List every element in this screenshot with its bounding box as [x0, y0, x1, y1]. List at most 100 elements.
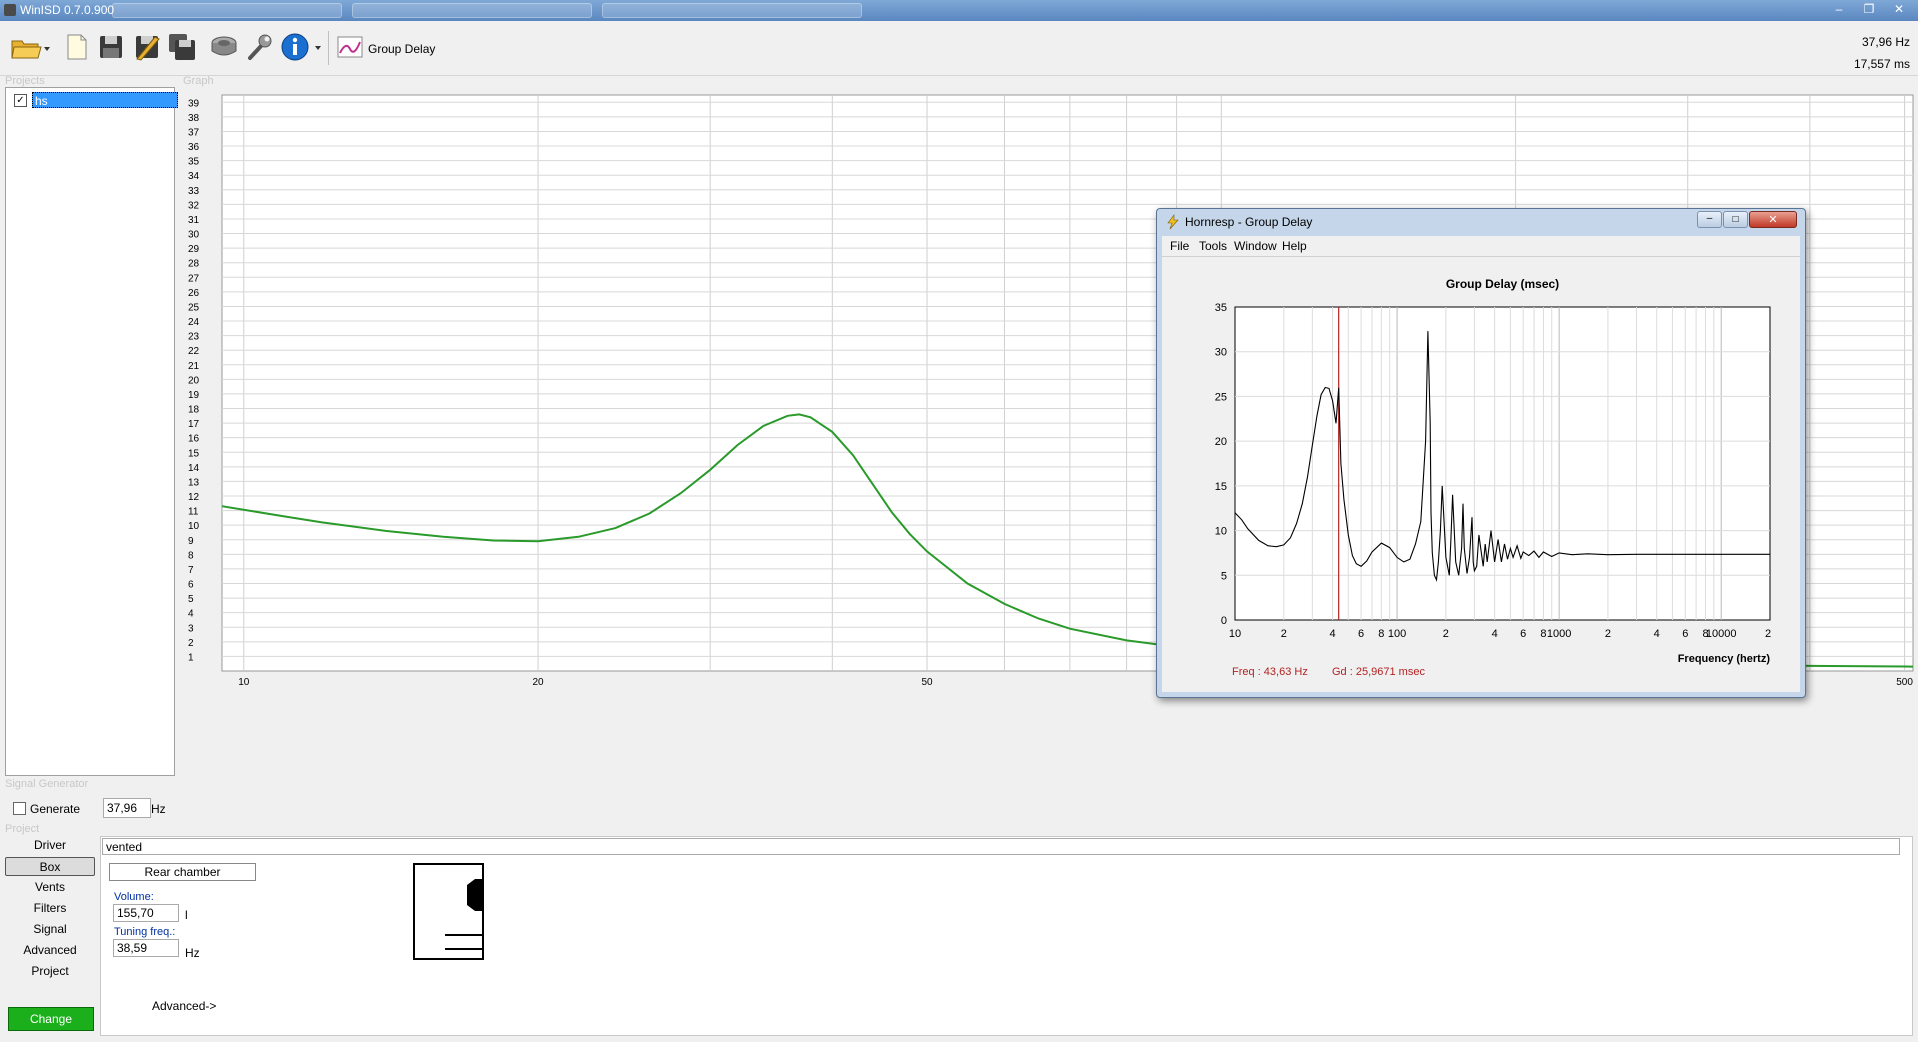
x-tick-label: 4	[1492, 628, 1498, 640]
group-delay-graph[interactable]: Group Delay (msec)0510152025303510 2 4 6 8 10…	[1162, 257, 1800, 693]
nav-project-button[interactable]: Project	[5, 962, 95, 981]
rear-chamber-button[interactable]: Rear chamber	[109, 863, 256, 881]
project-nav: Driver Box Vents Filters Signal Advanced…	[5, 836, 98, 983]
x-tick-label: 8	[1540, 628, 1546, 640]
new-file-icon[interactable]	[62, 33, 90, 61]
projects-group-label: Projects	[5, 75, 45, 87]
project-item-label[interactable]: hs	[32, 92, 178, 108]
project-checkbox[interactable]: ✓	[14, 94, 27, 107]
group-delay-chart-icon[interactable]	[336, 33, 364, 61]
hornresp-title: Hornresp - Group Delay	[1185, 215, 1313, 229]
save-all-icon[interactable]	[168, 33, 196, 61]
generate-label: Generate	[30, 802, 81, 816]
box-panel: vented Rear chamber Volume: 155,70 l Tun…	[100, 836, 1913, 1036]
x-tick-label: 4	[1330, 628, 1336, 640]
background-taskbar-tab	[602, 3, 862, 18]
close-icon[interactable]: ✕	[1749, 211, 1797, 228]
app-icon	[4, 4, 16, 16]
hornresp-window[interactable]: Hornresp - Group Delay – □ ✕ File Tools …	[1156, 208, 1806, 698]
y-tick-label: 15	[1215, 481, 1227, 493]
y-tick-label: 22	[188, 346, 200, 357]
y-tick-label: 12	[188, 492, 200, 503]
x-tick-label: 2	[1443, 628, 1449, 640]
y-tick-label: 23	[188, 332, 200, 343]
tools-wrench-icon[interactable]	[246, 33, 274, 61]
window-title: WinISD 0.7.0.900	[20, 3, 115, 17]
restore-icon[interactable]: ❐	[1856, 1, 1882, 18]
nav-signal-button[interactable]: Signal	[5, 920, 95, 939]
y-tick-label: 39	[188, 98, 200, 109]
cursor-readout: 37,96 Hz 17,557 ms	[1854, 31, 1910, 75]
save-as-icon[interactable]	[133, 33, 161, 61]
nav-vents-button[interactable]: Vents	[5, 878, 95, 897]
volume-input[interactable]: 155,70	[113, 904, 179, 922]
y-tick-label: 17	[188, 419, 200, 430]
y-tick-label: 26	[188, 288, 200, 299]
y-tick-label: 14	[188, 463, 200, 474]
y-tick-label: 4	[188, 609, 194, 620]
x-tick-label: 2	[1605, 628, 1611, 640]
y-tick-label: 8	[188, 550, 194, 561]
change-button[interactable]: Change	[8, 1007, 94, 1031]
title-bar: WinISD 0.7.0.900 – ❐ ✕	[0, 0, 1918, 21]
signal-generator-row: Generate 37,96 Hz	[12, 798, 172, 818]
minimize-icon[interactable]: –	[1826, 1, 1852, 18]
generate-checkbox[interactable]	[13, 802, 26, 815]
y-tick-label: 18	[188, 405, 200, 416]
generator-frequency-input[interactable]: 37,96	[103, 798, 151, 818]
y-tick-label: 5	[188, 594, 194, 605]
toolbar-separator	[328, 31, 329, 65]
y-tick-label: 5	[1221, 570, 1227, 582]
nav-box-button[interactable]: Box	[5, 857, 95, 876]
open-folder-icon[interactable]	[10, 33, 50, 61]
readout-frequency: 37,96 Hz	[1861, 35, 1910, 49]
menu-tools[interactable]: Tools	[1199, 239, 1227, 253]
y-tick-label: 1	[188, 652, 194, 663]
projects-list[interactable]: ✓ hs	[5, 87, 178, 776]
x-tick-label: 500	[1896, 677, 1913, 688]
toolbar: Group Delay 37,96 Hz 17,557 ms	[0, 21, 1918, 76]
y-tick-label: 25	[188, 302, 200, 313]
info-icon[interactable]	[281, 33, 325, 61]
project-item[interactable]: ✓ hs	[10, 92, 178, 108]
x-tick-label: 100	[1388, 628, 1406, 640]
group-delay-label[interactable]: Group Delay	[368, 42, 435, 56]
hornresp-client: Group Delay (msec) 0 5 10 15 20 25 30 35 10 2 4 6 8 10…	[1162, 256, 1800, 692]
background-taskbar-tab	[112, 3, 342, 18]
readout-delay: 17,557 ms	[1853, 57, 1910, 71]
volume-unit: l	[185, 908, 188, 922]
nav-filters-button[interactable]: Filters	[5, 899, 95, 918]
background-taskbar-tab	[352, 3, 592, 18]
nav-advanced-button[interactable]: Advanced	[5, 941, 95, 960]
x-tick-label: 6	[1520, 628, 1526, 640]
minimize-icon[interactable]: –	[1697, 211, 1722, 228]
y-tick-label: 21	[188, 361, 200, 372]
y-tick-label: 3	[188, 623, 194, 634]
nav-driver-button[interactable]: Driver	[5, 836, 95, 855]
y-tick-label: 28	[188, 259, 200, 270]
graph-group-label: Graph	[183, 75, 214, 87]
tuning-freq-label: Tuning freq.:	[114, 926, 176, 938]
y-tick-label: 6	[188, 580, 194, 591]
maximize-icon[interactable]: □	[1723, 211, 1748, 228]
x-tick-label: 50	[921, 677, 933, 688]
x-tick-label: 10	[1229, 628, 1241, 640]
menu-window[interactable]: Window	[1234, 239, 1277, 253]
driver-speaker-icon[interactable]	[210, 33, 238, 61]
tuning-freq-input[interactable]: 38,59	[113, 939, 179, 957]
y-tick-label: 10	[1215, 526, 1227, 538]
x-tick-label: 20	[532, 677, 544, 688]
advanced-link[interactable]: Advanced->	[152, 999, 216, 1013]
y-tick-label: 20	[188, 375, 200, 386]
menu-help[interactable]: Help	[1282, 239, 1307, 253]
menu-file[interactable]: File	[1170, 239, 1189, 253]
y-tick-label: 25	[1215, 391, 1227, 403]
save-icon[interactable]	[97, 33, 125, 61]
box-type-select[interactable]: vented	[102, 838, 1900, 855]
close-icon[interactable]: ✕	[1886, 1, 1912, 18]
generator-unit-label: Hz	[151, 802, 166, 816]
y-tick-label: 9	[188, 536, 194, 547]
y-tick-label: 38	[188, 113, 200, 124]
plot-area	[1234, 306, 1771, 621]
cursor-frequency-readout: Freq : 43,63 Hz	[1232, 666, 1308, 678]
